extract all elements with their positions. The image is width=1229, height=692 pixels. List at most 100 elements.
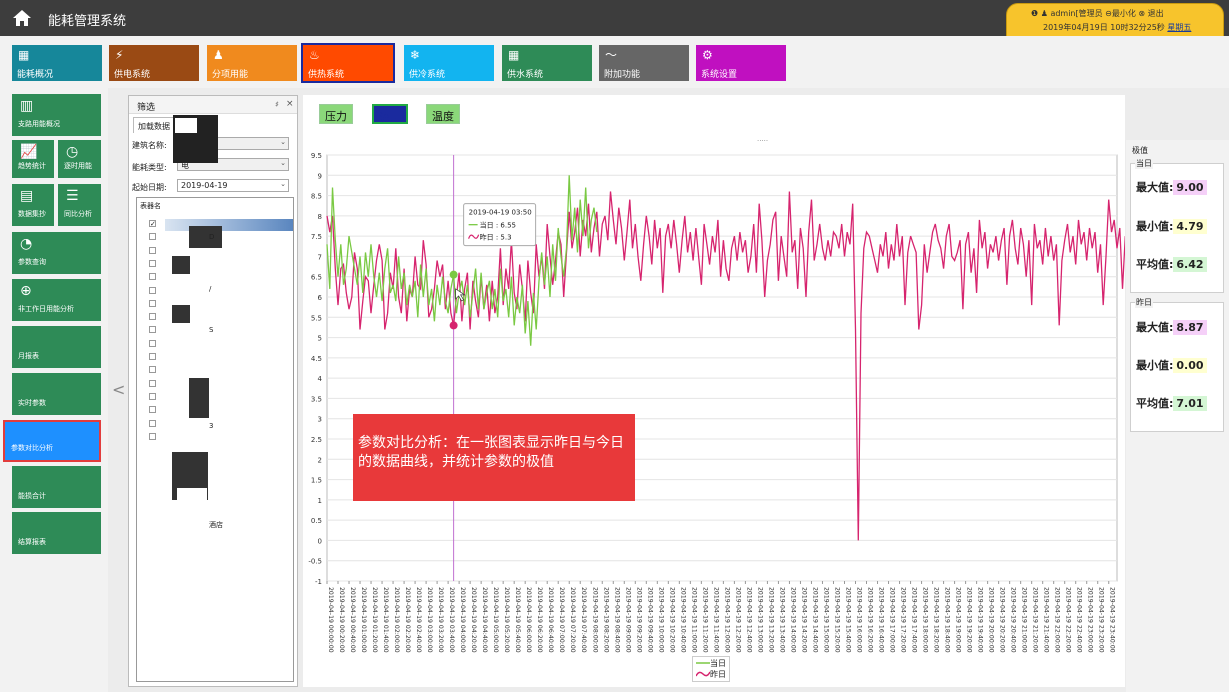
x-tick-label: 2019-04-19 10:40:00 [679,587,686,653]
sidebar-item-label: 同比分析 [64,210,92,218]
sidebar-item[interactable]: ◷ 逐时用能 [58,140,101,178]
minimize-button[interactable]: 最小化 [1112,9,1136,18]
redaction-block [172,305,190,323]
x-tick-label: 2019-04-19 09:00:00 [624,587,631,653]
meter-checkbox[interactable] [149,353,156,360]
user-name: admin[管理员 [1050,9,1103,18]
y-tick-label: -0.5 [308,558,322,566]
logout-button[interactable]: 退出 [1148,9,1164,18]
x-tick-label: 2019-04-19 14:20:00 [800,587,807,653]
minimize-icon[interactable]: ⊖ [1105,9,1112,18]
x-tick-label: 2019-04-19 18:20:00 [933,587,940,653]
module-snowflake[interactable]: ❄ 供冷系统 [404,45,494,81]
meter-checkbox[interactable] [149,406,156,414]
redaction-block [177,488,207,508]
legend-yesterday: 昨日 [710,670,726,679]
home-icon[interactable] [12,9,32,27]
sidebar-item-label: 实时参数 [18,399,46,407]
sidebar-item[interactable]: ▤ 数据集抄 [12,184,54,226]
meter-checkbox[interactable] [149,392,156,400]
module-label: 系统设置 [701,70,738,80]
yesterday-avg-value: 7.01 [1173,396,1207,411]
x-tick-label: 2019-04-19 03:20:00 [437,587,444,653]
y-tick-label: 3 [318,416,322,424]
yesterday-avg-label: 平均值: [1136,397,1174,410]
x-tick-label: 2019-04-19 01:00:00 [360,587,367,653]
crosshair-icon: ⊕ [20,283,32,299]
meter-checkbox[interactable] [149,419,156,427]
user-icon: ♟ [1040,9,1048,18]
pin-icon[interactable]: ♯ [275,100,279,109]
meter-selected-row[interactable] [165,219,293,231]
meter-checkbox[interactable] [149,233,156,241]
satellite-icon: ◔ [20,236,33,252]
x-tick-label: 2019-04-19 02:40:00 [415,587,422,653]
sidebar-item[interactable]: 实时参数 [12,373,101,415]
collapse-left-icon[interactable]: < [112,380,125,399]
x-tick-label: 2019-04-19 08:20:00 [602,587,609,653]
module-label: 供电系统 [114,70,151,80]
x-tick-label: 2019-04-19 15:40:00 [844,587,851,653]
meter-checkbox[interactable] [149,313,156,321]
filter-panel: 筛选 ♯ × 加载数据 建筑名称: ⌄ 能耗类型: 电 ⌄ 起始日期: 2019-… [128,95,298,687]
module-flame[interactable]: ♨ 供热系统 [301,43,395,83]
flow-button[interactable]: 流量 [372,104,408,124]
sidebar-item-label: 结算报表 [18,538,46,546]
meter-checkbox[interactable] [149,379,156,387]
clock-icon: ◷ [66,144,79,160]
x-tick-label: 2019-04-19 08:00:00 [591,587,598,653]
pressure-button[interactable]: 压力 [319,104,353,124]
meter-checkbox[interactable]: ✓ [149,220,156,228]
module-label: 分项用能 [212,70,249,80]
sidebar-item[interactable]: ⊕ 非工作日用能分析 [12,279,101,321]
yesterday-marker [449,321,458,330]
meter-checkbox[interactable] [149,273,156,281]
sidebar-item[interactable]: 结算报表 [12,512,101,554]
yesterday-min-value: 0.00 [1173,358,1207,373]
redaction-block [172,256,190,274]
meter-checkbox[interactable] [149,432,156,440]
module-pulse[interactable]: 〜附加功能 [599,45,689,81]
yesterday-max-label: 最大值: [1136,321,1174,334]
meter-checkbox[interactable] [149,259,156,267]
sidebar-item[interactable]: 能损合计 [12,466,101,508]
sidebar-item[interactable]: 参数对比分析 [3,420,101,462]
x-tick-label: 2019-04-19 11:40:00 [712,587,719,653]
module-power[interactable]: ⚡ 供电系统 [109,45,199,81]
sidebar-item-label: 参数对比分析 [11,444,53,452]
stats-title: 极值 [1132,146,1148,155]
x-tick-label: 2019-04-19 18:00:00 [922,587,929,653]
y-tick-label: 7 [318,253,322,261]
meter-checkbox[interactable] [149,286,156,294]
grid-icon: ▦ [508,48,520,62]
today-max-label: 最大值: [1136,181,1174,194]
meter-checkbox[interactable] [149,339,156,347]
sidebar-item-label: 逐时用能 [64,162,92,170]
logout-icon[interactable]: ⊗ [1138,9,1145,18]
sidebar-item[interactable]: 月报表 [12,326,101,368]
x-tick-label: 2019-04-19 05:00:00 [492,587,499,653]
meter-checkbox[interactable] [149,299,156,307]
x-tick-label: 2019-04-19 17:40:00 [911,587,918,653]
module-person[interactable]: ♟ 分项用能 [207,45,297,81]
temperature-button[interactable]: 温度 [426,104,460,124]
close-icon[interactable]: × [286,99,294,109]
module-dashboard[interactable]: ▦ 能耗概况 [12,45,102,81]
x-tick-label: 2019-04-19 06:20:00 [536,587,543,653]
meter-checkbox[interactable] [149,326,156,334]
sidebar-item[interactable]: ▥ 支路用能概况 [12,94,101,136]
sidebar-item[interactable]: ☰ 同比分析 [58,184,101,226]
drag-handle[interactable]: ..... [757,135,768,143]
meter-checkbox[interactable] [149,246,156,254]
x-tick-label: 2019-04-19 08:40:00 [613,587,620,653]
module-grid[interactable]: ▦ 供水系统 [502,45,592,81]
sidebar-item[interactable]: ◔ 参数查询 [12,232,101,274]
y-tick-label: 2 [318,456,322,464]
date-picker[interactable]: 2019-04-19 ⌄ [177,179,289,192]
meter-checkbox[interactable] [149,366,156,374]
sidebar-item[interactable]: 📈 趋势统计 [12,140,54,178]
module-gear[interactable]: ⚙ 系统设置 [696,45,786,81]
today-max-value: 9.00 [1173,180,1207,195]
y-tick-label: 1 [318,497,322,505]
tab-load-data[interactable]: 加载数据 [133,117,177,133]
